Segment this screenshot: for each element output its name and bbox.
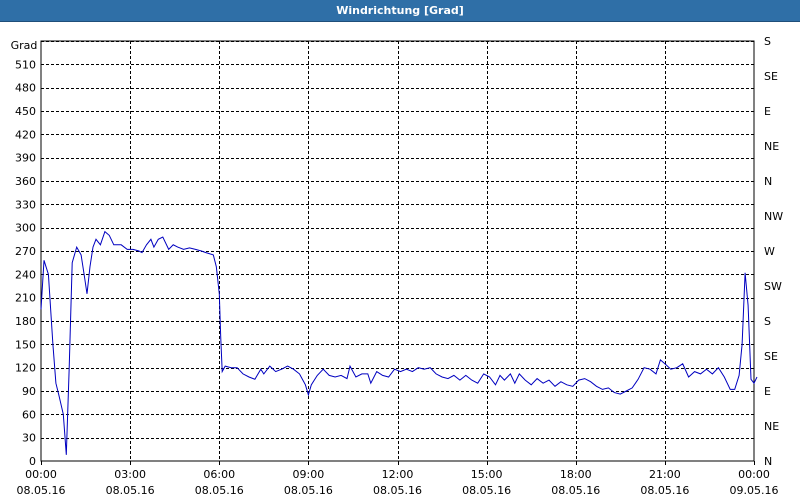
y-tick-label: 60 <box>22 408 36 421</box>
compass-tick-label: NE <box>764 420 779 433</box>
y-tick-label: 450 <box>15 105 36 118</box>
compass-tick-label: SW <box>764 280 782 293</box>
x-tick-date: 08.05.16 <box>195 484 244 497</box>
compass-tick-label: E <box>764 105 771 118</box>
x-tick-time: 00:00 <box>25 468 57 481</box>
wind-direction-chart: 0 30 60 90 120 150 180 210 240 270 300 330 360 390 420… <box>11 35 784 497</box>
x-tick-time: 18:00 <box>560 468 592 481</box>
x-tick-date: 08.05.16 <box>373 484 422 497</box>
y-tick-label: 270 <box>15 245 36 258</box>
x-tick-time: 03:00 <box>114 468 146 481</box>
compass-tick-label: E <box>764 385 771 398</box>
x-tick-time: 12:00 <box>382 468 414 481</box>
y-tick-label: 0 <box>29 455 36 468</box>
compass-tick-label: NE <box>764 140 779 153</box>
x-tick-date: 08.05.16 <box>640 484 689 497</box>
y-tick-label: 300 <box>15 222 36 235</box>
x-tick-date: 08.05.16 <box>284 484 333 497</box>
compass-tick-label: S <box>764 315 771 328</box>
x-tick-time: 06:00 <box>203 468 235 481</box>
y-tick-label: 30 <box>22 432 36 445</box>
compass-tick-label: NW <box>764 210 783 223</box>
y-tick-label: 210 <box>15 292 36 305</box>
compass-tick-label: S <box>764 35 771 48</box>
chart-window: Windrichtung [Grad] 0 30 60 90 120 150 180 210 2… <box>0 0 800 500</box>
x-tick-date: 08.05.16 <box>106 484 155 497</box>
right-axis-ticks: N NE E SE S SW W NW N NE E SE S <box>764 35 783 468</box>
y-axis-label: Grad <box>11 39 38 52</box>
bottom-axis-ticks: 00:00 08.05.16 03:00 08.05.16 06:00 08.05.16 0… <box>17 461 779 497</box>
compass-tick-label: SE <box>764 350 778 363</box>
x-tick-time: 00:00 <box>738 468 770 481</box>
y-tick-label: 480 <box>15 82 36 95</box>
y-tick-label: 90 <box>22 385 36 398</box>
y-tick-label: 240 <box>15 268 36 281</box>
x-tick-date: 08.05.16 <box>462 484 511 497</box>
y-tick-label: 510 <box>15 58 36 71</box>
x-tick-date: 09.05.16 <box>730 484 779 497</box>
x-tick-date: 08.05.16 <box>17 484 66 497</box>
left-axis-ticks: 0 30 60 90 120 150 180 210 240 270 300 330 360 390 420… <box>15 58 36 468</box>
compass-tick-label: SE <box>764 70 778 83</box>
compass-tick-label: W <box>764 245 775 258</box>
x-tick-time: 21:00 <box>649 468 681 481</box>
x-tick-time: 09:00 <box>293 468 325 481</box>
y-tick-label: 390 <box>15 152 36 165</box>
y-tick-label: 330 <box>15 198 36 211</box>
x-tick-time: 15:00 <box>471 468 503 481</box>
y-tick-label: 150 <box>15 338 36 351</box>
y-tick-label: 360 <box>15 175 36 188</box>
compass-tick-label: N <box>764 455 772 468</box>
compass-tick-label: N <box>764 175 772 188</box>
x-tick-date: 08.05.16 <box>551 484 600 497</box>
y-tick-label: 120 <box>15 362 36 375</box>
y-tick-label: 420 <box>15 128 36 141</box>
y-tick-label: 180 <box>15 315 36 328</box>
